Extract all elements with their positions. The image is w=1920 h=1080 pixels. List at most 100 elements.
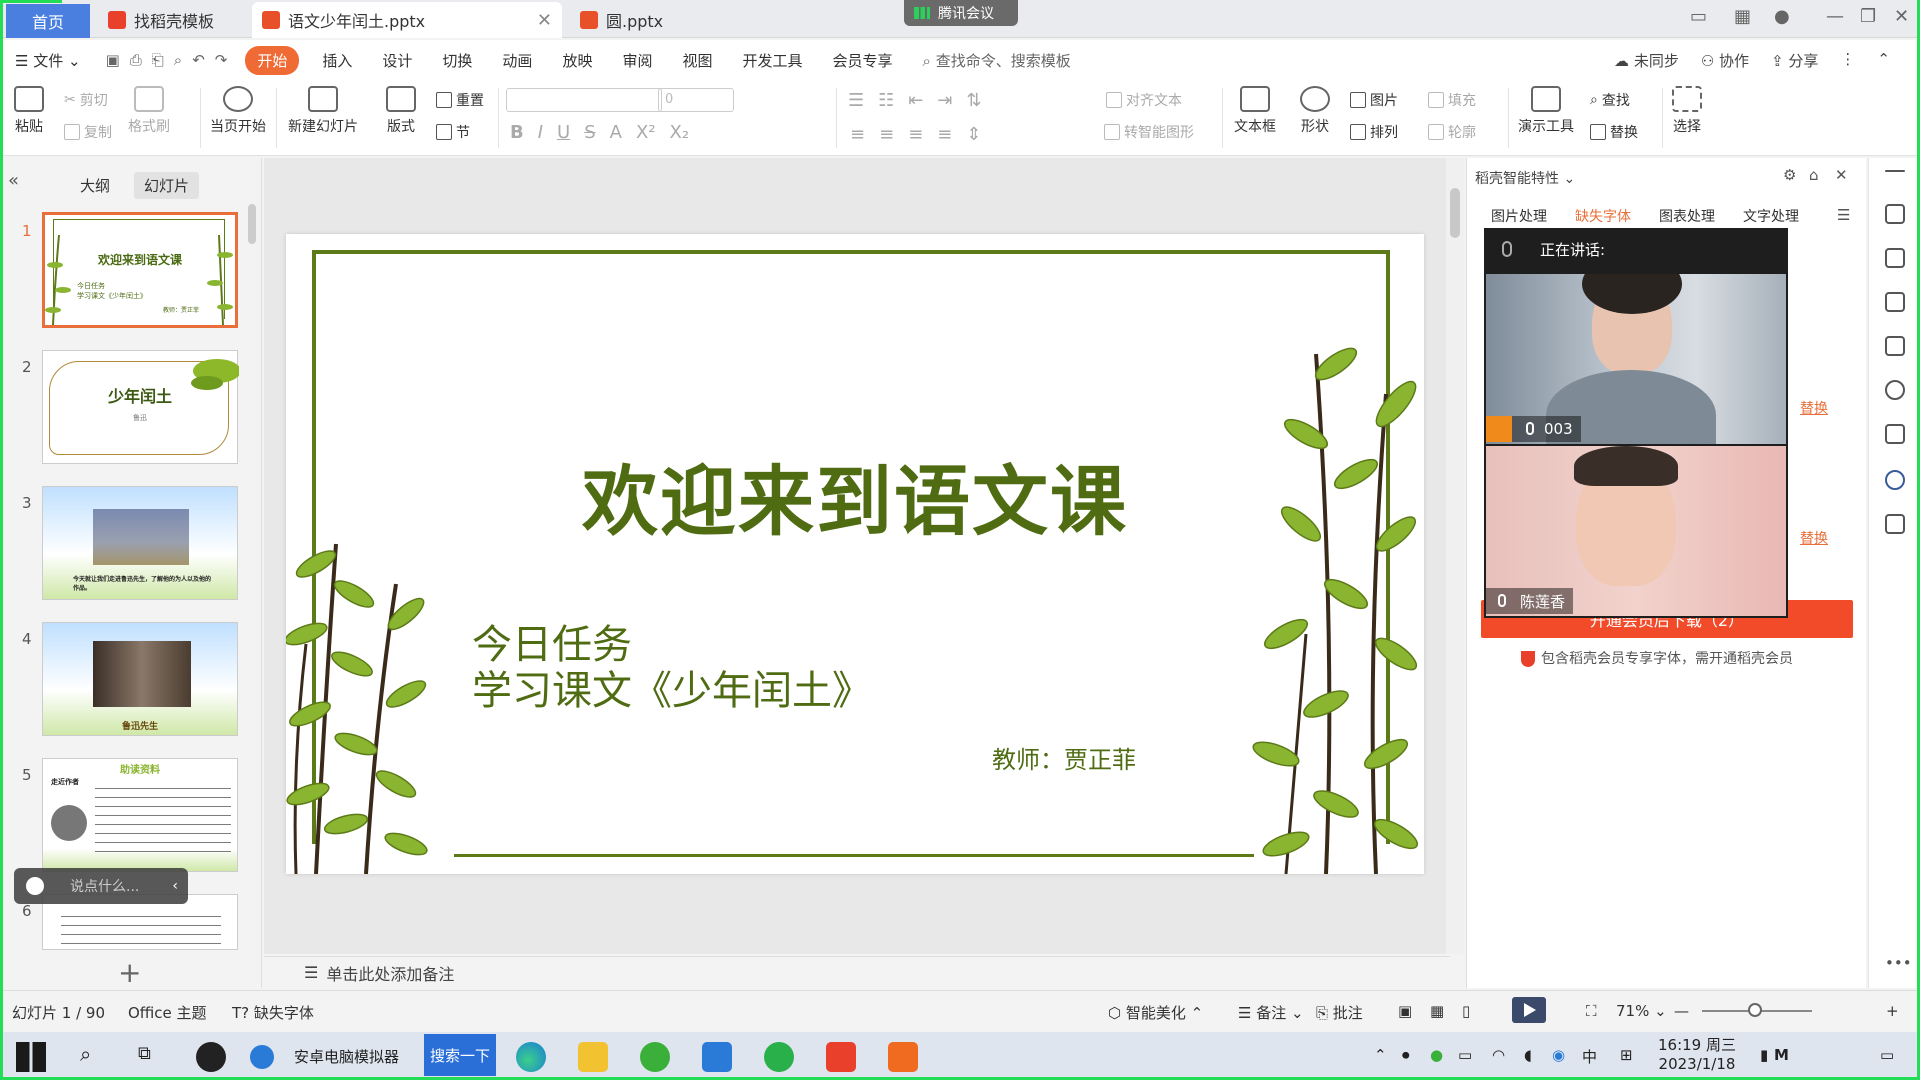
tab-image-processing[interactable]: 图片处理: [1491, 206, 1547, 226]
bullets-icon[interactable]: ☰: [848, 90, 864, 111]
slide-thumb-2[interactable]: 少年闰土 鲁迅: [42, 350, 239, 464]
hamburger-menu-icon[interactable]: ☰ 文件 ⌄: [0, 50, 96, 71]
emulator-taskbar-label[interactable]: 安卓电脑模拟器: [294, 1046, 399, 1067]
new-slide-button[interactable]: 新建幻灯片: [288, 86, 358, 136]
replace-font-link-2[interactable]: 替换: [1800, 528, 1828, 548]
tab-docer-templates[interactable]: 找稻壳模板: [98, 2, 248, 38]
decrease-indent-icon[interactable]: ⇤: [908, 90, 923, 111]
normal-view-icon[interactable]: ▣: [1398, 1002, 1412, 1020]
tab-home[interactable]: 首页: [6, 4, 90, 38]
maximize-icon[interactable]: ❐: [1860, 6, 1876, 27]
theme-name[interactable]: Office 主题: [128, 1002, 207, 1023]
print-icon[interactable]: ⎗: [152, 51, 164, 69]
slides-icon[interactable]: [1885, 336, 1905, 356]
align-left-icon[interactable]: ≡: [850, 124, 865, 145]
notification-app-icon[interactable]: ▮: [1760, 1046, 1768, 1064]
zoom-slider-knob[interactable]: [1748, 1003, 1762, 1017]
bold-icon[interactable]: B: [510, 122, 524, 143]
menu-developer[interactable]: 开发工具: [727, 50, 817, 71]
textbox-button[interactable]: 文本框: [1234, 86, 1276, 136]
tab-slides[interactable]: 幻灯片: [134, 172, 200, 199]
image-search-icon[interactable]: [1885, 424, 1905, 444]
export-pdf-icon[interactable]: ⎙: [130, 51, 142, 69]
star-icon[interactable]: [1885, 292, 1905, 312]
collapse-panel-icon[interactable]: «: [8, 170, 19, 191]
tab-current-document[interactable]: 语文少年闰土.pptx ✕: [252, 2, 562, 38]
align-center-icon[interactable]: ≡: [879, 124, 894, 145]
fill-button[interactable]: 填充: [1428, 90, 1476, 110]
tray-battery-icon[interactable]: ▭: [1458, 1046, 1472, 1064]
close-tab-icon[interactable]: ✕: [537, 10, 552, 31]
slide-thumb-5[interactable]: 助读资料 走近作者: [42, 758, 238, 872]
undo-icon[interactable]: ↶: [192, 51, 205, 69]
app-butterfly-icon[interactable]: [196, 1042, 226, 1072]
section-button[interactable]: 节: [436, 122, 470, 142]
video-feed-participant-2[interactable]: 陈莲香: [1486, 446, 1786, 616]
zoom-out-icon[interactable]: —: [1674, 1002, 1689, 1020]
tray-microphone-icon[interactable]: ⏺: [1402, 1046, 1410, 1064]
meeting-chat-input[interactable]: 说点什么... ‹: [14, 868, 188, 904]
reset-button[interactable]: 重置: [436, 90, 484, 110]
subscript-icon[interactable]: X₂: [670, 122, 690, 143]
play-from-current-button[interactable]: 当页开始: [210, 86, 266, 136]
missing-font-button[interactable]: T? 缺失字体: [232, 1002, 314, 1023]
font-size-select[interactable]: 0: [658, 88, 734, 112]
user-avatar-icon[interactable]: ●: [1774, 6, 1790, 27]
command-search[interactable]: ⌕ 查找命令、搜索模板: [908, 50, 1086, 71]
menu-member[interactable]: 会员专享: [818, 50, 908, 71]
tray-app-icon[interactable]: ●: [1430, 1046, 1443, 1064]
task-pane-header[interactable]: 稻壳智能特性 ⌄: [1475, 168, 1575, 188]
slide-thumb-4[interactable]: 鲁迅先生: [42, 622, 238, 736]
task-view-icon[interactable]: ⧉: [138, 1043, 151, 1064]
ime-indicator[interactable]: 中: [1582, 1046, 1597, 1067]
compass-icon[interactable]: [1885, 470, 1905, 490]
ime-mode-icon[interactable]: ⊞: [1620, 1046, 1633, 1064]
ie-browser-icon[interactable]: [250, 1045, 274, 1069]
shape-button[interactable]: 形状: [1300, 86, 1330, 136]
notes-toggle-button[interactable]: ☰ 备注 ⌄: [1238, 1002, 1304, 1023]
add-slide-icon[interactable]: +: [118, 956, 141, 989]
menu-animation[interactable]: 动画: [487, 50, 547, 71]
align-right-icon[interactable]: ≡: [908, 124, 923, 145]
sync-status-button[interactable]: ☁ 未同步: [1614, 50, 1679, 71]
tray-chevron-up-icon[interactable]: ⌃: [1374, 1046, 1387, 1064]
paste-button[interactable]: 粘贴: [14, 86, 44, 136]
slide-teacher-name[interactable]: 教师：贾正菲: [992, 740, 1136, 775]
justify-icon[interactable]: ≡: [937, 124, 952, 145]
minimize-icon[interactable]: —: [1826, 6, 1844, 27]
zoom-in-icon[interactable]: +: [1886, 1002, 1899, 1020]
numbering-icon[interactable]: ☷: [878, 90, 894, 111]
close-pane-icon[interactable]: ✕: [1835, 166, 1848, 184]
pane-menu-icon[interactable]: ☰: [1837, 206, 1850, 224]
search-now-button[interactable]: 搜索一下: [424, 1034, 496, 1076]
settings-gear-icon[interactable]: ⚙: [1783, 166, 1796, 184]
sorter-view-icon[interactable]: ▦: [1430, 1002, 1444, 1020]
editor-scrollbar[interactable]: [1446, 158, 1464, 954]
line-spacing-icon[interactable]: ⇕: [966, 124, 981, 145]
tab-missing-fonts[interactable]: 缺失字体: [1575, 206, 1631, 226]
chevron-left-icon[interactable]: ‹: [172, 878, 178, 894]
notes-pane[interactable]: ☰ 单击此处添加备注: [264, 956, 1450, 988]
video-feed-participant-1[interactable]: 003: [1486, 274, 1786, 444]
menu-insert[interactable]: 插入: [307, 50, 367, 71]
tray-security-icon[interactable]: ◉: [1552, 1046, 1565, 1064]
more-icon[interactable]: ⋮: [1840, 50, 1855, 71]
comments-button[interactable]: ⎘ 批注: [1316, 1002, 1363, 1023]
meeting-share-indicator[interactable]: 腾讯会议: [904, 0, 1018, 26]
pin-icon[interactable]: ⌂: [1809, 166, 1819, 184]
tab-text-processing[interactable]: 文字处理: [1743, 206, 1799, 226]
wechat-icon[interactable]: [764, 1042, 794, 1072]
tab-other-document[interactable]: 圆.pptx: [570, 2, 870, 38]
system-clock[interactable]: 16:19 周三 2023/1/18: [1658, 1036, 1736, 1074]
wps-office-icon[interactable]: [826, 1042, 856, 1072]
collaborate-button[interactable]: ⚇ 协作: [1701, 50, 1749, 71]
menu-slideshow[interactable]: 放映: [547, 50, 607, 71]
menu-view[interactable]: 视图: [667, 50, 727, 71]
omega-icon[interactable]: [1885, 380, 1905, 400]
play-slideshow-button[interactable]: [1512, 997, 1546, 1023]
redo-icon[interactable]: ↷: [215, 51, 228, 69]
print-preview-icon[interactable]: ⌕: [174, 51, 182, 69]
windows-start-icon[interactable]: [16, 1042, 46, 1072]
align-text-button[interactable]: 对齐文本: [1106, 90, 1182, 110]
edge-browser-icon[interactable]: [516, 1042, 546, 1072]
